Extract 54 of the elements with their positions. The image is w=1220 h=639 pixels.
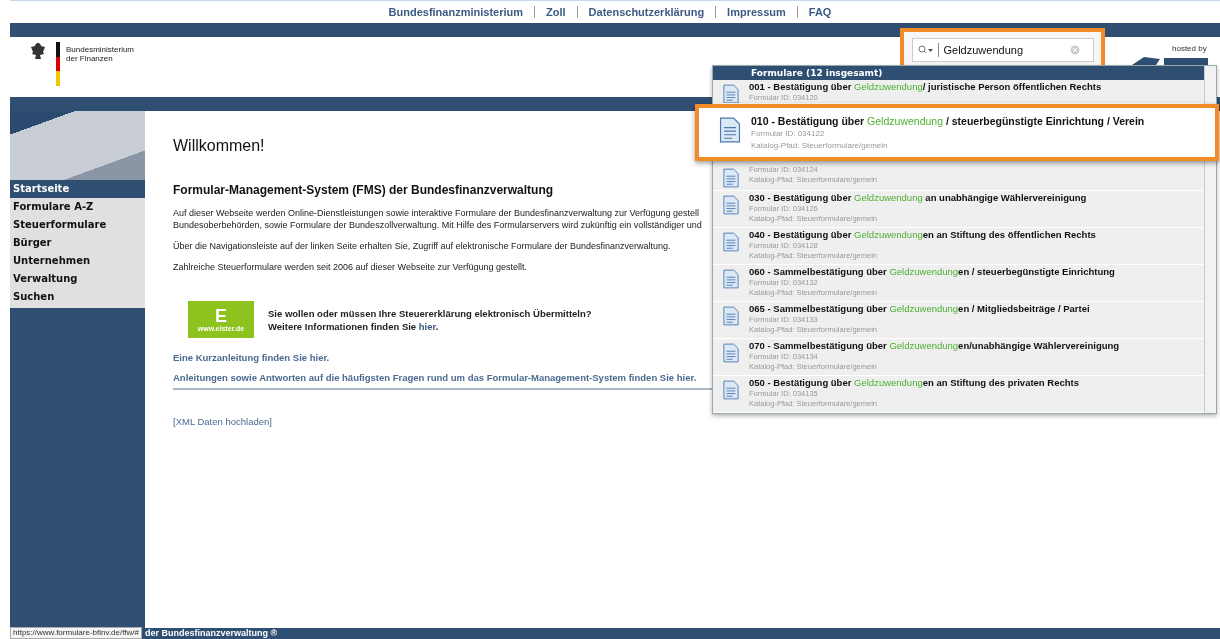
clear-icon[interactable] (1069, 45, 1080, 55)
paragraph: Zahlreiche Steuerformulare werden seit 2006 auf dieser Webseite zur Verfügung gestellt. (173, 261, 528, 273)
sidebar-item[interactable]: Bürger (10, 234, 145, 252)
hosted-by-label: hosted by (1172, 44, 1207, 53)
top-nav-link[interactable]: FAQ (796, 6, 843, 18)
search-input[interactable]: Geldzuwendung (937, 43, 1066, 57)
document-icon (723, 232, 739, 252)
document-icon (723, 380, 739, 400)
top-nav-link[interactable]: Bundesfinanzministerium (377, 6, 534, 18)
sidebar-item[interactable]: Startseite (10, 180, 145, 198)
document-icon (723, 168, 739, 188)
search-icon (917, 45, 934, 55)
document-icon (723, 269, 739, 289)
sidebar-item[interactable]: Suchen (10, 288, 145, 306)
top-nav-link[interactable]: Datenschutzerklärung (576, 6, 716, 18)
hosting-logo-icon (1130, 55, 1210, 65)
status-url: https://www.formulare-bfinv.de/ffw/# (10, 627, 142, 639)
help-link[interactable]: Eine Kurzanleitung finden Sie hier. (173, 352, 713, 363)
form-title: 060 - Sammelbestätigung über Geldzuwendungen / steuerbegünstigte Einrichtung (749, 266, 1115, 278)
document-icon (723, 306, 739, 326)
form-title: 065 - Sammelbestätigung über Geldzuwendungen / Mitgliedsbeiträge / Partei (749, 303, 1090, 315)
sidebar-item[interactable]: Steuerformulare (10, 216, 145, 234)
form-title: 001 - Bestätigung über Geldzuwendung/ juristische Person öffentlichen Rechts (749, 81, 1102, 93)
form-title: 040 - Bestätigung über Geldzuwendungen an Stiftung des öffentlichen Rechts (749, 229, 1096, 241)
document-icon (723, 195, 739, 215)
top-nav-link[interactable]: Zoll (534, 6, 577, 18)
sidebar-item[interactable]: Formulare A-Z (10, 198, 145, 216)
section-heading: Formular-Management-System (FMS) der Bundesfinanzverwaltung (173, 183, 554, 197)
intro-text: Bundesoberbehörden, sowie Formulare der Bundeszollverwaltung. Mit Hilfe des Formularservers wird zukünftig ein vollständiger und (173, 219, 702, 231)
form-id: Formular ID: 034122 (751, 128, 826, 140)
sidebar-item[interactable]: Verwaltung (10, 270, 145, 288)
footer-text: der Bundesfinanzverwaltung ® (145, 628, 278, 639)
document-icon (723, 343, 739, 363)
top-nav-link[interactable]: Impressum (715, 6, 797, 18)
search-field[interactable]: Geldzuwendung (911, 38, 1094, 62)
document-icon (723, 84, 739, 103)
eagle-icon (30, 42, 46, 60)
catalog-path: Katalog-Pfad: Steuerformulare/gemein (751, 140, 889, 152)
form-title: 030 - Bestätigung über Geldzuwendung an unabhängige Wählervereinigung (749, 192, 1087, 204)
xml-upload-link[interactable]: [XML Daten hochladen] (173, 416, 272, 427)
flag-stripe (56, 42, 60, 86)
form-title: 050 - Bestätigung über Geldzuwendungen an Stiftung des privaten Rechts (749, 377, 1079, 389)
page-title: Willkommen! (173, 137, 265, 155)
ministry-logo-text: Bundesministerium der Finanzen (66, 44, 135, 63)
elster-info-text: Sie wollen oder müssen Ihre Steuererklärung elektronisch Übermitteln? Weitere Informationen finden Sie hier. (268, 306, 592, 333)
paragraph: Über die Navigationsleiste auf der linken Seite erhalten Sie, Zugriff auf elektronische Formulare der Bundesfinanzverwaltung. (173, 240, 671, 252)
suggestion-item[interactable]: 010 - Bestätigung über Geldzuwendung / steuerbegünstigte Einrichtung / Verein Formular ID: 034122 Katalog-Pfad: Steuerformulare/gemein (695, 104, 1219, 161)
sidebar-item[interactable]: Unternehmen (10, 252, 145, 270)
intro-text: Auf dieser Webseite werden Online-Dienstleistungen sowie interaktive Formulare der Bundesfinanzverwaltung zur Verfügung gestell (173, 207, 700, 219)
here-link[interactable]: hier (418, 320, 436, 332)
document-icon (719, 117, 741, 143)
form-title: 010 - Bestätigung über Geldzuwendung / steuerbegünstigte Einrichtung / Verein (751, 114, 1145, 128)
form-title: 070 - Sammelbestätigung über Geldzuwendungen/unabhängige Wählervereinigung (749, 340, 1120, 352)
help-link[interactable]: Anleitungen sowie Antworten auf die häufigsten Fragen rund um das Formular-Management-System finden Sie hier. (173, 372, 713, 383)
